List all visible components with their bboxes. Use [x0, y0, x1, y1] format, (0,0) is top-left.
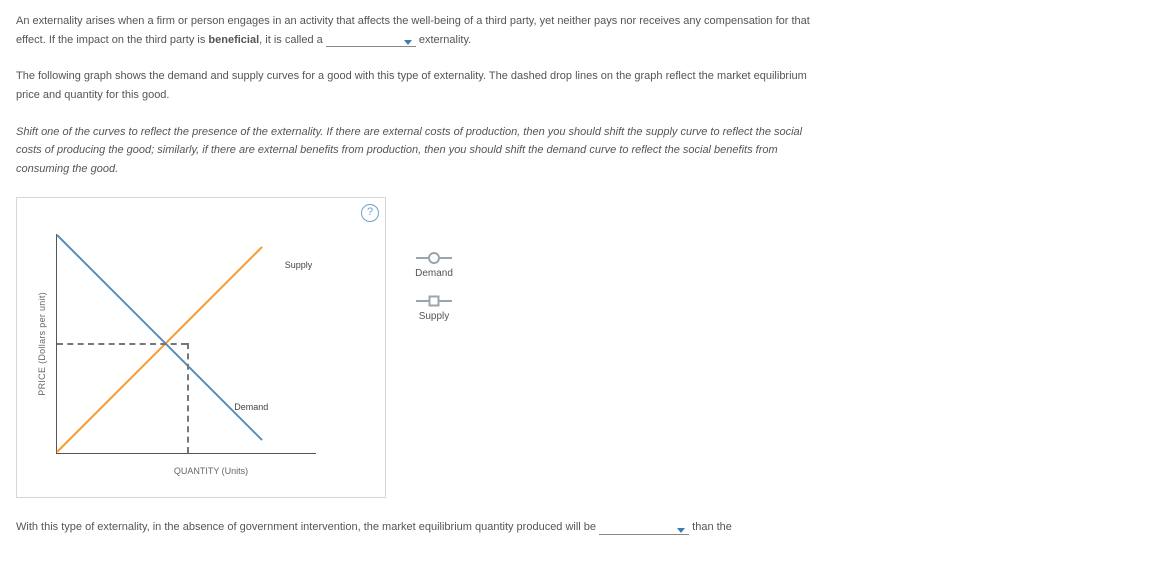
legend-demand-label: Demand: [415, 265, 453, 282]
graph-panel: ? PRICE (Dollars per unit) Supply Demand…: [16, 197, 386, 498]
chevron-down-icon: [677, 528, 685, 533]
footer-text-1: With this type of externality, in the ab…: [16, 521, 599, 533]
intro-bold: beneficial: [208, 34, 259, 46]
quantity-comparison-dropdown[interactable]: [599, 528, 689, 535]
legend-supply-handle[interactable]: Supply: [404, 300, 464, 325]
plot-area[interactable]: Supply Demand: [56, 234, 316, 454]
chevron-down-icon: [404, 40, 412, 45]
x-axis-label: QUANTITY (Units): [55, 464, 367, 479]
demand-label: Demand: [234, 400, 268, 415]
circle-icon: [416, 257, 452, 259]
help-icon[interactable]: ?: [361, 204, 379, 222]
y-axis-label: PRICE (Dollars per unit): [35, 292, 50, 396]
footer-paragraph: With this type of externality, in the ab…: [16, 518, 816, 537]
externality-type-dropdown[interactable]: [326, 40, 416, 47]
supply-label: Supply: [285, 258, 313, 273]
equilibrium-quantity-line: [187, 343, 189, 453]
paragraph-2: The following graph shows the demand and…: [16, 67, 816, 104]
equilibrium-price-line: [57, 343, 187, 345]
intro-text-3: externality.: [416, 34, 471, 46]
footer-text-2: than the: [689, 521, 732, 533]
square-icon: [416, 300, 452, 302]
intro-paragraph: An externality arises when a firm or per…: [16, 12, 816, 49]
legend-demand-handle[interactable]: Demand: [404, 257, 464, 282]
legend-supply-label: Supply: [419, 308, 450, 325]
demand-curve[interactable]: [57, 234, 263, 440]
legend: Demand Supply: [404, 197, 464, 343]
intro-text-2: , it is called a: [259, 34, 326, 46]
paragraph-3-instructions: Shift one of the curves to reflect the p…: [16, 123, 816, 179]
supply-curve[interactable]: [57, 246, 263, 452]
